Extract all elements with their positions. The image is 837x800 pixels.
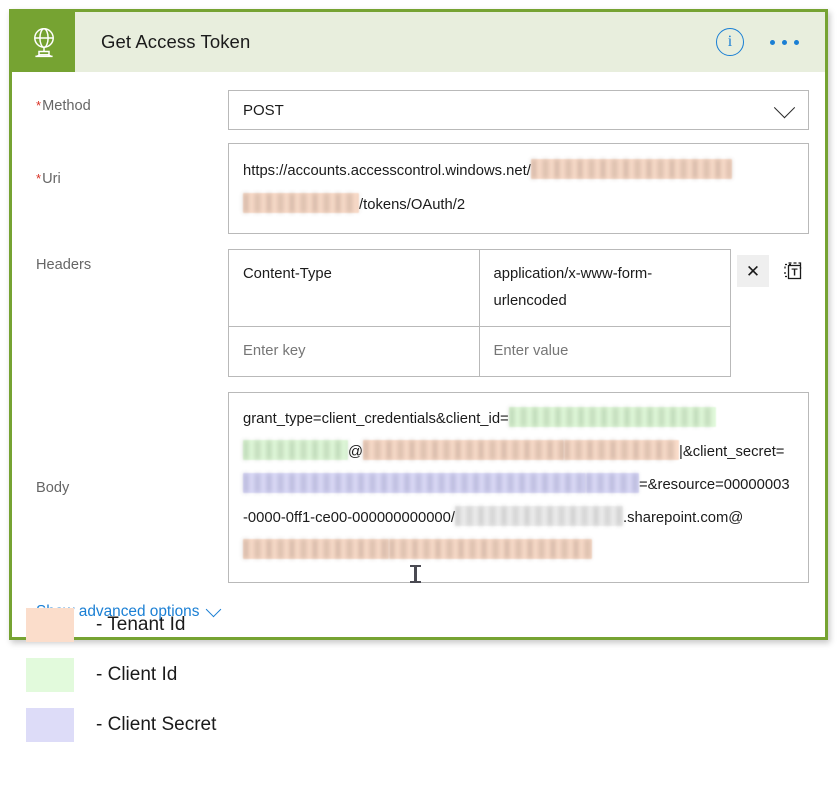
- required-asterisk: *: [36, 98, 42, 113]
- redacted-tenant-id: [530, 159, 732, 179]
- headers-label: Headers: [36, 257, 92, 273]
- headers-tools: ✕ T: [731, 249, 809, 287]
- field-row-body: Body grant_type=client_credentials&clien…: [12, 377, 825, 583]
- ellipsis-icon[interactable]: [770, 39, 799, 45]
- legend-label-client-id: - Client Id: [96, 664, 178, 685]
- method-label: *Method: [36, 90, 228, 114]
- redacted-tenant-id: [564, 440, 680, 460]
- redacted-tenant-id: [243, 193, 359, 213]
- legend-swatch-client-id: [26, 658, 74, 692]
- body-text-seg2: @: [348, 444, 364, 460]
- switch-to-text-mode-icon[interactable]: T: [777, 255, 809, 287]
- header-key-new-input[interactable]: Enter key: [229, 327, 480, 376]
- required-asterisk: *: [36, 171, 42, 186]
- body-text-seg5: .sharepoint.com@: [623, 510, 744, 526]
- method-select[interactable]: POST: [228, 90, 809, 130]
- header-value-new-input[interactable]: Enter value: [480, 327, 731, 376]
- info-circle-icon[interactable]: i: [716, 28, 744, 56]
- method-label-text: Method: [42, 98, 91, 114]
- redacted-tenant-name: [455, 506, 623, 526]
- card-header: Get Access Token i: [12, 12, 825, 72]
- legend-item-client-secret: - Client Secret: [26, 700, 216, 750]
- table-row: Content-Type application/x-www-form-urle…: [229, 250, 730, 327]
- redacted-tenant-id: [389, 539, 592, 559]
- chevron-down-icon: [773, 97, 796, 119]
- uri-text-part1: https://accounts.accesscontrol.windows.n…: [243, 163, 531, 179]
- redacted-client-id: [508, 407, 716, 427]
- field-row-headers: Headers Content-Type application/x-www-f…: [12, 234, 825, 377]
- field-row-method: *Method POST: [12, 72, 825, 130]
- color-legend: - Tenant Id - Client Id - Client Secret: [26, 600, 216, 750]
- body-label: Body: [36, 480, 70, 496]
- header-key-input[interactable]: Content-Type: [229, 250, 480, 326]
- svg-text:T: T: [791, 268, 797, 279]
- legend-swatch-client-secret: [26, 708, 74, 742]
- body-input[interactable]: grant_type=client_credentials&client_id=…: [228, 392, 809, 583]
- table-row: Enter key Enter value: [229, 327, 730, 377]
- redacted-tenant-id: [243, 539, 389, 559]
- header-value-input[interactable]: application/x-www-form-urlencoded: [480, 250, 731, 326]
- legend-label-client-secret: - Client Secret: [96, 714, 217, 735]
- card-title: Get Access Token: [101, 31, 251, 52]
- uri-label-text: Uri: [42, 171, 61, 187]
- http-action-card: Get Access Token i *Method POST *Uri htt…: [9, 9, 828, 640]
- text-cursor-artifact: [410, 565, 421, 583]
- redacted-client-secret: [586, 473, 639, 493]
- legend-item-client-id: - Client Id: [26, 650, 216, 700]
- uri-label: *Uri: [36, 143, 228, 187]
- uri-input[interactable]: https://accounts.accesscontrol.windows.n…: [228, 143, 809, 234]
- method-selected-value: POST: [243, 101, 284, 119]
- globe-http-icon: [12, 12, 75, 72]
- body-text-seg3: |&client_secret=: [679, 444, 785, 460]
- field-row-uri: *Uri https://accounts.accesscontrol.wind…: [12, 130, 825, 234]
- legend-label-tenant-id: - Tenant Id: [96, 614, 186, 635]
- close-icon[interactable]: ✕: [737, 255, 769, 287]
- legend-swatch-tenant-id: [26, 608, 74, 642]
- redacted-tenant-id: [363, 440, 565, 460]
- card-body: *Method POST *Uri https://accounts.acces…: [12, 72, 825, 637]
- body-text-seg1: grant_type=client_credentials&client_id=: [243, 411, 509, 427]
- headers-grid: Content-Type application/x-www-form-urle…: [228, 249, 731, 377]
- uri-text-part2: /tokens/OAuth/2: [359, 197, 466, 213]
- card-header-actions: i: [716, 28, 825, 56]
- legend-item-tenant-id: - Tenant Id: [26, 600, 216, 650]
- redacted-client-secret: [243, 473, 586, 493]
- redacted-client-id: [243, 440, 348, 460]
